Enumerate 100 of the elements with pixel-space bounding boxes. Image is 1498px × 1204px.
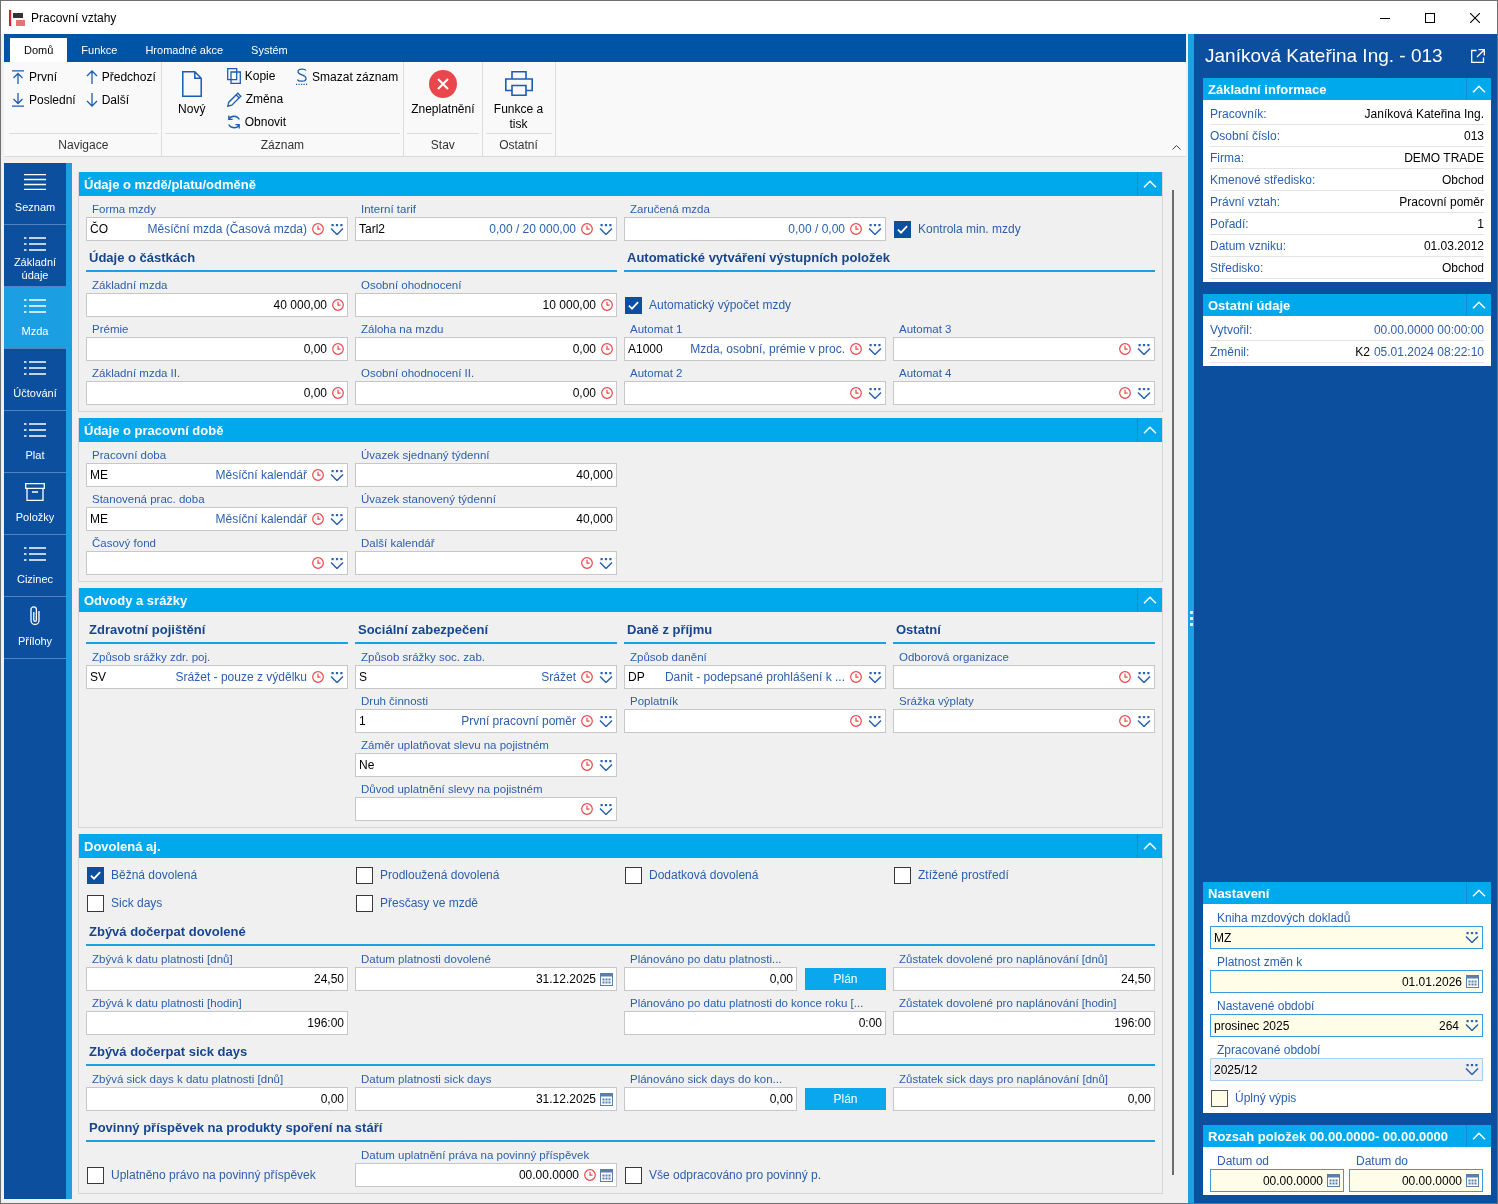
chevron-down-icon[interactable] bbox=[1137, 387, 1151, 399]
ribbon-button[interactable]: Obnovit bbox=[223, 110, 290, 133]
clock-icon[interactable] bbox=[601, 343, 613, 355]
ribbon-button[interactable]: Další bbox=[82, 88, 159, 111]
input-field[interactable]: 40 000,00 bbox=[86, 293, 348, 317]
input-field[interactable]: 24,50 bbox=[86, 967, 348, 991]
input-field[interactable]: 0,00 bbox=[86, 337, 348, 361]
input-field[interactable]: Ne bbox=[355, 753, 617, 777]
input-field[interactable]: 0:00 bbox=[624, 1011, 886, 1035]
input-field[interactable]: 40,000 bbox=[355, 507, 617, 531]
clock-icon[interactable] bbox=[581, 557, 593, 569]
input-field[interactable]: A1000 Mzda, osobní, prémie v proc. bbox=[624, 337, 886, 361]
ribbon-button[interactable]: Funkce a tisk bbox=[484, 65, 553, 133]
calendar-icon[interactable] bbox=[600, 1092, 613, 1106]
splitter[interactable] bbox=[1186, 34, 1194, 1203]
chevron-down-icon[interactable] bbox=[599, 223, 613, 235]
ribbon-button[interactable]: Předchozí bbox=[82, 65, 159, 88]
clock-icon[interactable] bbox=[584, 1169, 596, 1181]
input-field[interactable]: 0,00 / 0,00 bbox=[624, 217, 886, 241]
chevron-down-icon[interactable] bbox=[330, 513, 344, 525]
input-field[interactable]: ME Měsíční kalendář bbox=[86, 507, 348, 531]
input-field[interactable]: prosinec 2025 264 bbox=[1210, 1014, 1483, 1037]
checkbox[interactable] bbox=[625, 296, 642, 314]
input-field[interactable]: 0,00 bbox=[86, 1087, 348, 1111]
ribbon-tab[interactable]: Domů bbox=[10, 38, 68, 62]
input-field[interactable]: 31.12.2025 bbox=[355, 1087, 617, 1111]
input-field[interactable]: 40,000 bbox=[355, 463, 617, 487]
checkbox[interactable] bbox=[87, 866, 104, 884]
input-field[interactable]: 00.00.0000 bbox=[1349, 1169, 1483, 1192]
input-field[interactable]: 196:00 bbox=[86, 1011, 348, 1035]
clock-icon[interactable] bbox=[581, 715, 593, 727]
clock-icon[interactable] bbox=[1119, 343, 1131, 355]
input-field[interactable]: 0,00 bbox=[624, 1087, 797, 1111]
input-field[interactable]: 00.00.0000 bbox=[355, 1163, 617, 1187]
clock-icon[interactable] bbox=[312, 513, 324, 525]
input-field[interactable] bbox=[86, 551, 348, 575]
popout-icon[interactable] bbox=[1471, 49, 1485, 63]
input-field[interactable] bbox=[624, 381, 886, 405]
clock-icon[interactable] bbox=[312, 223, 324, 235]
chevron-down-icon[interactable] bbox=[330, 671, 344, 683]
calendar-icon[interactable] bbox=[1327, 1174, 1340, 1187]
chevron-down-icon[interactable] bbox=[599, 803, 613, 815]
close-icon[interactable] bbox=[1469, 12, 1480, 23]
calendar-icon[interactable] bbox=[1466, 975, 1479, 988]
calendar-icon[interactable] bbox=[1466, 1174, 1479, 1187]
input-field[interactable] bbox=[355, 551, 617, 575]
clock-icon[interactable] bbox=[581, 803, 593, 815]
chevron-down-icon[interactable] bbox=[1137, 343, 1151, 355]
ribbon-button[interactable]: Kopie bbox=[223, 65, 290, 88]
checkbox[interactable] bbox=[894, 866, 911, 884]
clock-icon[interactable] bbox=[601, 299, 613, 311]
clock-icon[interactable] bbox=[1119, 671, 1131, 683]
clock-icon[interactable] bbox=[1119, 715, 1131, 727]
clock-icon[interactable] bbox=[312, 557, 324, 569]
clock-icon[interactable] bbox=[850, 671, 862, 683]
chevron-down-icon[interactable] bbox=[1137, 671, 1151, 683]
input-field[interactable]: 01.01.2026 bbox=[1210, 970, 1483, 993]
chevron-down-icon[interactable] bbox=[599, 557, 613, 569]
ribbon-button[interactable]: Změna bbox=[223, 87, 290, 111]
clock-icon[interactable] bbox=[581, 671, 593, 683]
input-field[interactable]: 10 000,00 bbox=[355, 293, 617, 317]
chevron-down-icon[interactable] bbox=[599, 671, 613, 683]
chevron-down-icon[interactable] bbox=[599, 715, 613, 727]
clock-icon[interactable] bbox=[332, 387, 344, 399]
input-field[interactable]: ME Měsíční kalendář bbox=[86, 463, 348, 487]
input-field[interactable] bbox=[355, 797, 617, 821]
chevron-down-icon[interactable] bbox=[1137, 715, 1151, 727]
input-field[interactable]: 0,00 bbox=[893, 1087, 1155, 1111]
chevron-down-icon[interactable] bbox=[599, 759, 613, 771]
ribbon-tab[interactable]: Funkce bbox=[67, 38, 132, 62]
ribbon-button[interactable]: Poslední bbox=[8, 88, 79, 111]
chevron-down-icon[interactable] bbox=[868, 223, 882, 235]
input-field[interactable]: MZ bbox=[1210, 926, 1483, 949]
clock-icon[interactable] bbox=[312, 469, 324, 481]
checkbox[interactable] bbox=[87, 894, 104, 912]
input-field[interactable] bbox=[624, 709, 886, 733]
input-field[interactable] bbox=[893, 337, 1155, 361]
ribbon-button[interactable]: Smazat záznam bbox=[293, 65, 402, 88]
clock-icon[interactable] bbox=[850, 715, 862, 727]
chevron-up-icon[interactable] bbox=[1172, 145, 1181, 150]
input-field[interactable]: S Srážet bbox=[355, 665, 617, 689]
scrollbar-thumb[interactable] bbox=[1172, 190, 1174, 1175]
ribbon-button[interactable]: Nový bbox=[163, 65, 220, 133]
input-field[interactable]: DP Danit - podepsané prohlášení k ... bbox=[624, 665, 886, 689]
input-field[interactable]: SV Srážet - pouze z výdělku bbox=[86, 665, 348, 689]
ribbon-tab[interactable]: Hromadné akce bbox=[131, 38, 238, 62]
chevron-down-icon[interactable] bbox=[330, 469, 344, 481]
input-field[interactable]: Tarl2 0,00 / 20 000,00 bbox=[355, 217, 617, 241]
input-field[interactable]: 0,00 bbox=[624, 967, 797, 991]
checkbox[interactable] bbox=[625, 1166, 642, 1184]
input-field[interactable]: 31.12.2025 bbox=[355, 967, 617, 991]
input-field[interactable] bbox=[893, 709, 1155, 733]
input-field[interactable]: 00.00.0000 bbox=[1210, 1169, 1344, 1192]
checkbox[interactable] bbox=[625, 866, 642, 884]
input-field[interactable]: 24,50 bbox=[893, 967, 1155, 991]
checkbox[interactable] bbox=[1211, 1089, 1228, 1107]
clock-icon[interactable] bbox=[332, 299, 344, 311]
input-field[interactable]: 1 První pracovní poměr bbox=[355, 709, 617, 733]
clock-icon[interactable] bbox=[581, 759, 593, 771]
ribbon-tab[interactable]: Systém bbox=[237, 38, 302, 62]
